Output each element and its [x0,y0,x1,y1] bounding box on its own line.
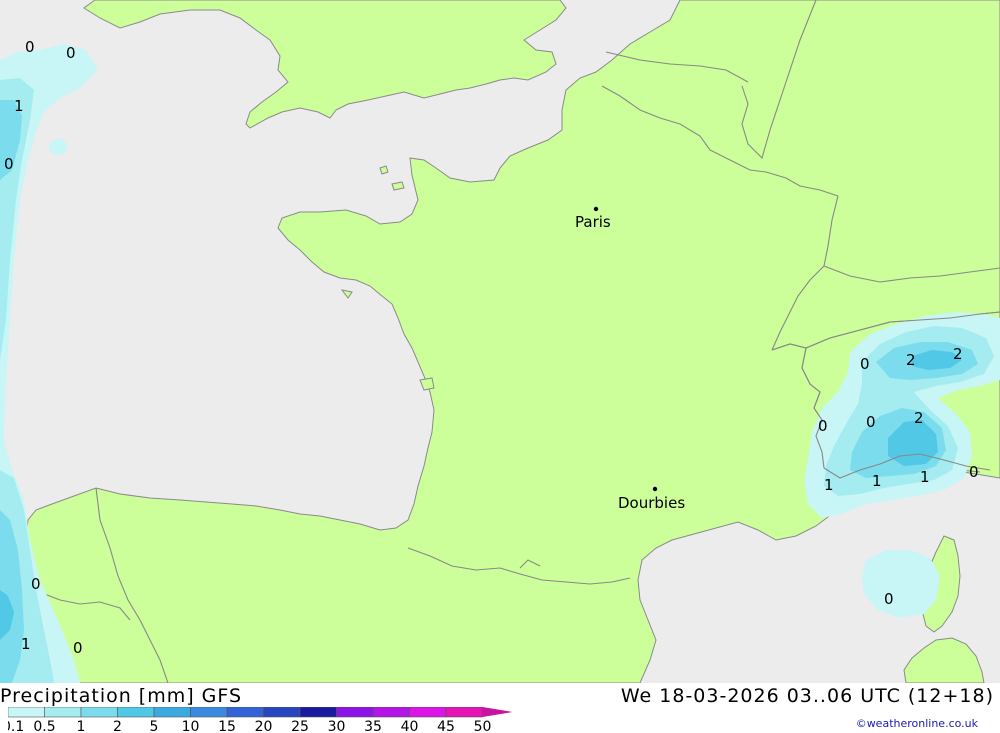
precip-legend: 0.10.5125101520253035404550 [8,707,513,733]
legend-swatch [299,707,337,718]
legend-label: 20 [255,719,273,733]
legend-swatch [44,707,82,718]
isle-small-2 [379,165,389,175]
legend-swatch [8,707,45,718]
forecast-valid-time: We 18-03-2026 03..06 UTC (12+18) [620,685,994,707]
legend-labels: 0.10.5125101520253035404550 [8,719,491,733]
contour-label: 1 [14,97,24,115]
legend-swatch [409,707,447,718]
legend-swatch [117,707,155,718]
legend-swatch [372,707,410,718]
legend-label: 10 [182,719,200,733]
legend-label: 50 [474,719,492,733]
legend-swatch [263,707,301,718]
contour-label: 1 [872,472,882,490]
city-dot-dourbies [652,486,658,492]
precipitation-map: 0 0 1 0 0 1 0 0 2 2 0 0 2 1 1 1 0 0 Pari… [0,0,1000,683]
legend-swatch-arrow [482,707,513,717]
contour-label: 0 [73,639,83,657]
legend-swatch [226,707,264,718]
map-canvas: 0 0 1 0 0 1 0 0 2 2 0 0 2 1 1 1 0 0 Pari… [0,0,1000,683]
contour-label: 0 [4,155,14,173]
legend-label: 25 [291,719,309,733]
legend-label: 30 [328,719,346,733]
legend-label: 5 [150,719,159,733]
contour-label: 1 [21,635,31,653]
contour-label: 0 [66,44,76,62]
contour-label: 2 [953,345,963,363]
legend-swatch [153,707,191,718]
city-dot-paris [593,206,599,212]
legend-swatch [336,707,374,718]
contour-label: 0 [866,413,876,431]
credit-link[interactable]: ©weatheronline.co.uk [856,717,978,730]
legend-label: 0.5 [33,719,55,733]
legend-label: 45 [437,719,455,733]
legend-swatch [190,707,228,718]
contour-label: 0 [969,463,979,481]
contour-label: 0 [860,355,870,373]
isle-small-1 [391,181,405,191]
map-footer: Precipitation [mm] GFS We 18-03-2026 03.… [0,683,1000,733]
contour-label: 1 [920,468,930,486]
contour-label: 2 [906,351,916,369]
contour-label: 0 [818,417,828,435]
legend-swatch [445,707,483,718]
contour-label: 0 [31,575,41,593]
legend-swatch [80,707,118,718]
contour-label: 2 [914,409,924,427]
legend-label: 1 [77,719,86,733]
legend-label: 40 [401,719,419,733]
legend-swatches [8,707,513,718]
city-label-dourbies: Dourbies [618,494,685,512]
precip-west-blob [49,139,67,155]
contour-label: 0 [884,590,894,608]
legend-label: 2 [113,719,122,733]
legend-label: 0.1 [8,719,24,733]
contour-label: 1 [824,476,834,494]
legend-label: 35 [364,719,382,733]
product-title: Precipitation [mm] GFS [0,685,243,707]
legend-label: 15 [218,719,236,733]
city-label-paris: Paris [575,213,611,231]
contour-label: 0 [25,38,35,56]
